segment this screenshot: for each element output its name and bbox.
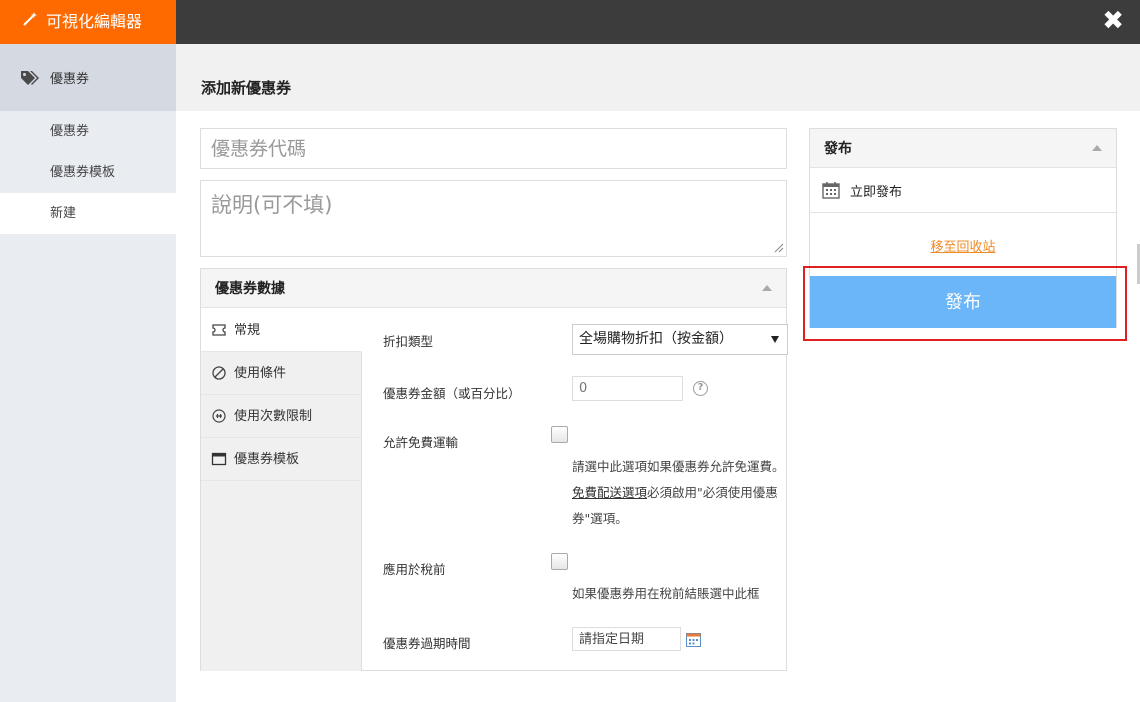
free-shipping-options-link[interactable]: 免費配送選項: [572, 485, 647, 500]
app-brand: 可視化編輯器: [0, 0, 176, 44]
tab-coupon-template[interactable]: 優惠券模板: [201, 438, 361, 481]
sidebar: 優惠券 優惠券 優惠券模板 新建: [0, 44, 176, 702]
coupon-data-header[interactable]: 優惠券數據: [201, 269, 786, 308]
tab-general[interactable]: 常規: [201, 309, 362, 352]
free-shipping-hint: 請選中此選項如果優惠券允許免運費。免費配送選項必須啟用"必須使用優惠券"選項。: [572, 454, 787, 532]
apply-before-tax-checkbox[interactable]: [551, 553, 568, 570]
sidebar-item-coupons[interactable]: 優惠券: [0, 111, 176, 152]
move-to-trash-link[interactable]: 移至回收站: [810, 236, 1116, 255]
limit-icon: [212, 409, 226, 423]
coupon-amount-label: 優惠券金額（或百分比）: [383, 386, 521, 401]
calendar-picker-icon[interactable]: [686, 632, 701, 647]
window-icon: [211, 452, 227, 466]
sidebar-section-coupons[interactable]: 優惠券: [0, 44, 176, 111]
close-icon[interactable]: ✖: [1102, 6, 1124, 36]
help-icon[interactable]: ?: [693, 381, 708, 396]
free-shipping-label: 允許免費運輸: [383, 435, 459, 450]
publish-immediately-text: 立即發布: [850, 184, 903, 200]
top-bar: 可視化編輯器 ✖: [0, 0, 1140, 44]
apply-before-tax-hint: 如果優惠券用在稅前結賬選中此框: [572, 586, 760, 601]
publish-title: 發布: [824, 141, 852, 157]
free-shipping-checkbox[interactable]: [551, 426, 568, 443]
ticket-icon: [212, 324, 226, 336]
tab-usage-restriction[interactable]: 使用條件: [201, 352, 361, 395]
coupon-data-title: 優惠券數據: [215, 281, 285, 297]
coupon-data-tabs: 常規 使用條件 使用次數限制 優惠券模板: [201, 309, 362, 671]
coupon-amount-input[interactable]: [572, 376, 683, 401]
free-shipping-hint-text-1: 請選中此選項如果優惠券允許免運費。: [572, 459, 785, 474]
tab-usage-restriction-label: 使用條件: [234, 365, 287, 381]
app-title: 可視化編輯器: [46, 12, 143, 31]
coupon-code-input[interactable]: [200, 128, 787, 169]
apply-before-tax-label: 應用於稅前: [383, 562, 446, 577]
description-textarea[interactable]: [200, 180, 787, 257]
expiry-date-input[interactable]: [572, 627, 681, 651]
dropdown-arrow-icon: [771, 336, 779, 343]
collapse-caret-icon[interactable]: [762, 285, 772, 291]
tab-usage-limits[interactable]: 使用次數限制: [201, 395, 361, 438]
tab-general-label: 常規: [234, 322, 261, 338]
main-content: 添加新優惠券 優惠券數據 常規 使用條件 使用次數限制 優惠券模板: [176, 44, 1140, 702]
discount-type-value: 全場購物折扣（按金額）: [579, 331, 733, 347]
collapse-caret-icon[interactable]: [1092, 145, 1102, 151]
publish-immediately-row: 立即發布: [810, 168, 1116, 213]
expiry-date-label: 優惠券過期時間: [383, 636, 471, 651]
tab-usage-limits-label: 使用次數限制: [234, 408, 313, 424]
magic-wand-icon: [22, 0, 38, 44]
prohibited-icon: [212, 366, 226, 380]
sidebar-item-new[interactable]: 新建: [0, 193, 176, 234]
page-title: 添加新優惠券: [176, 44, 1140, 111]
sidebar-section-label: 優惠券: [50, 72, 90, 87]
sidebar-item-coupon-templates[interactable]: 優惠券模板: [0, 152, 176, 193]
tab-coupon-template-label: 優惠券模板: [234, 451, 300, 467]
resize-grip-icon[interactable]: [774, 243, 784, 253]
calendar-icon: [822, 182, 840, 199]
coupon-data-panel: 優惠券數據 常規 使用條件 使用次數限制 優惠券模板 折扣類型 全場購物折扣（按…: [200, 268, 788, 671]
publish-header[interactable]: 發布: [810, 129, 1116, 168]
publish-button-highlight: [803, 266, 1127, 341]
discount-type-label: 折扣類型: [383, 334, 434, 349]
discount-type-select[interactable]: 全場購物折扣（按金額）: [572, 324, 788, 355]
tags-icon: [21, 70, 39, 85]
